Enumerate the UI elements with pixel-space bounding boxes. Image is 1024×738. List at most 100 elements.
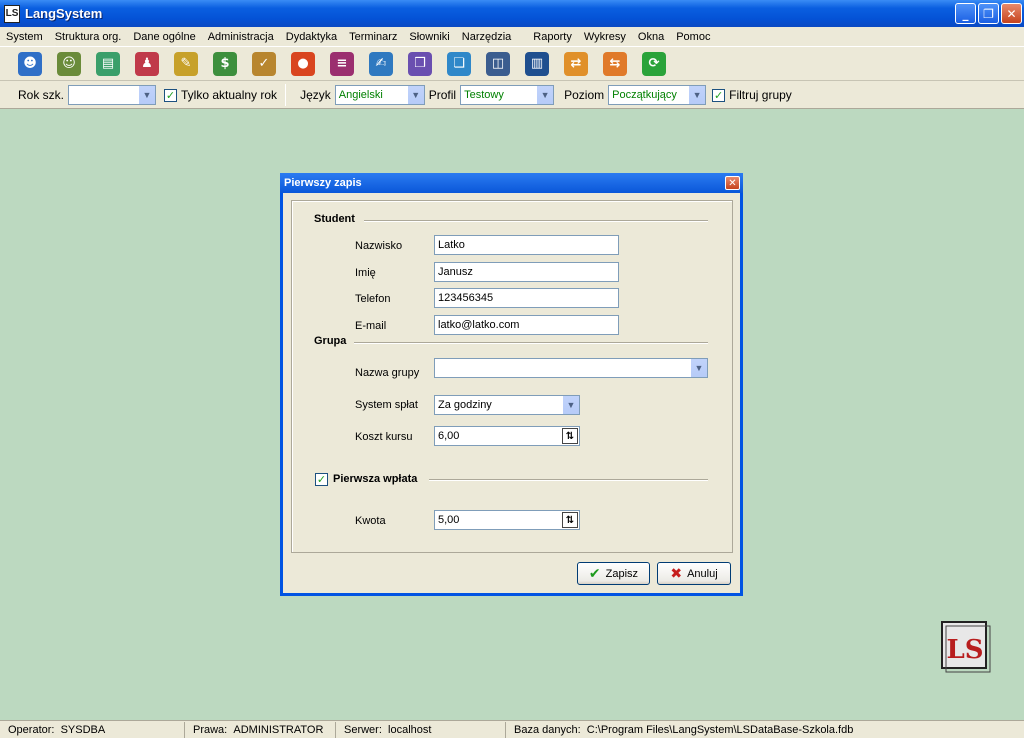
- money-icon: $: [213, 51, 237, 76]
- filtruj-grupy-label: Filtruj grupy: [729, 88, 792, 102]
- save-button[interactable]: ✔ Zapisz: [577, 562, 650, 585]
- refresh-icon: ⟳: [642, 51, 666, 76]
- nazwa-grupy-select[interactable]: ▼: [434, 358, 708, 378]
- menu-pomoc[interactable]: Pomoc: [670, 31, 716, 43]
- section-divider: [354, 342, 708, 344]
- poziom-label: Poziom: [564, 88, 605, 102]
- logo-text: LS: [946, 635, 983, 665]
- tylko-aktualny-checkbox[interactable]: ✓: [164, 88, 178, 102]
- kwota-label: Kwota: [355, 515, 386, 527]
- toolbar-button-note[interactable]: ✎: [170, 49, 202, 79]
- grupa-section-title: Grupa: [314, 335, 347, 347]
- restore-button[interactable]: ❐: [978, 3, 999, 24]
- save-button-label: Zapisz: [605, 567, 639, 580]
- chevron-down-icon: ▼: [688, 86, 706, 104]
- toolbar-button-clipboard[interactable]: ✓: [248, 49, 280, 79]
- rok-select[interactable]: ▼: [68, 85, 157, 105]
- menu-raporty[interactable]: Raporty: [527, 31, 578, 43]
- dialog-title: Pierwszy zapis: [284, 177, 362, 189]
- toolbar-button-teacher[interactable]: ♟: [131, 49, 163, 79]
- toolbar-button-export[interactable]: ⇆: [599, 49, 631, 79]
- toolbar-button-columns[interactable]: ▥: [521, 49, 553, 79]
- people-icon: ☻: [18, 51, 42, 76]
- section-divider: [364, 220, 708, 222]
- menu-bar: System Struktura org. Dane ogólne Admini…: [0, 27, 1024, 46]
- toolbar-button-windows[interactable]: ◫: [482, 49, 514, 79]
- filtruj-grupy-checkbox[interactable]: ✓: [712, 88, 726, 102]
- menu-system[interactable]: System: [0, 31, 49, 43]
- minimize-button[interactable]: _: [955, 3, 976, 24]
- jezyk-select[interactable]: Angielski ▼: [334, 85, 425, 105]
- tylko-aktualny-label: Tylko aktualny rok: [181, 88, 278, 102]
- menu-terminarz[interactable]: Terminarz: [343, 31, 403, 43]
- status-baza: Baza danych: C:\Program Files\LangSystem…: [514, 723, 854, 736]
- app-logo: LS: [938, 620, 994, 678]
- toolbar-button-money[interactable]: $: [209, 49, 241, 79]
- menu-wykresy[interactable]: Wykresy: [578, 31, 632, 43]
- menu-administracja[interactable]: Administracja: [202, 31, 280, 43]
- toolbar-button-books[interactable]: ▤: [92, 49, 124, 79]
- nazwisko-input[interactable]: Latko: [434, 235, 619, 255]
- chevron-down-icon: ▼: [562, 396, 579, 414]
- koszt-kursu-value: 6,00: [438, 430, 460, 442]
- system-splat-select[interactable]: Za godziny ▼: [434, 395, 580, 415]
- toolbar-button-stack[interactable]: ≡: [326, 49, 358, 79]
- kwota-input[interactable]: 5,00 ⇅: [434, 510, 580, 530]
- chevron-down-icon: ▼: [690, 359, 707, 377]
- dialog-title-bar: Pierwszy zapis ✕: [280, 173, 743, 193]
- menu-dydaktyka[interactable]: Dydaktyka: [280, 31, 343, 43]
- chevron-down-icon: ▼: [138, 86, 156, 104]
- menu-slowniki[interactable]: Słowniki: [403, 31, 455, 43]
- teacher-icon: ♟: [135, 51, 159, 76]
- imie-input[interactable]: Janusz: [434, 262, 619, 282]
- dialog-panel: Student Nazwisko Latko Imię Janusz Telef…: [291, 200, 733, 553]
- imie-label: Imię: [355, 267, 376, 279]
- cancel-button-label: Anuluj: [687, 567, 718, 580]
- toolbar-button-refresh[interactable]: ⟳: [638, 49, 670, 79]
- toolbar-button-document[interactable]: ❏: [443, 49, 475, 79]
- koszt-kursu-input[interactable]: 6,00 ⇅: [434, 426, 580, 446]
- close-button[interactable]: ✕: [1001, 3, 1022, 24]
- menu-dane-ogolne[interactable]: Dane ogólne: [127, 31, 201, 43]
- student-section-title: Student: [314, 213, 355, 225]
- separator: [285, 84, 287, 106]
- system-splat-label: System spłat: [355, 399, 418, 411]
- checkmark-icon: ✔: [588, 565, 601, 582]
- poziom-select[interactable]: Początkujący ▼: [608, 85, 707, 105]
- status-bar: Operator: SYSDBA Prawa: ADMINISTRATOR Se…: [0, 720, 1024, 738]
- toolbar-button-disc[interactable]: ●: [287, 49, 319, 79]
- books-icon: ▤: [96, 51, 120, 76]
- disc-icon: ●: [291, 51, 315, 76]
- app-logo-icon: LS: [4, 4, 20, 23]
- email-label: E-mail: [355, 320, 387, 332]
- nazwisko-label: Nazwisko: [355, 240, 403, 252]
- telefon-input[interactable]: 123456345: [434, 288, 619, 308]
- section-divider: [429, 479, 708, 481]
- document-icon: ❏: [447, 51, 471, 76]
- toolbar-button-people[interactable]: ☻: [14, 49, 46, 79]
- window-title: LangSystem: [25, 6, 103, 21]
- stack-icon: ≡: [330, 51, 354, 76]
- menu-okna[interactable]: Okna: [632, 31, 670, 43]
- menu-struktura[interactable]: Struktura org.: [49, 31, 128, 43]
- email-input[interactable]: latko@latko.com: [434, 315, 619, 335]
- pierwsza-wplata-title: Pierwsza wpłata: [333, 473, 418, 485]
- cancel-button[interactable]: ✖ Anuluj: [657, 562, 731, 585]
- toolbar-button-user[interactable]: ☺: [53, 49, 85, 79]
- pierwsza-wplata-checkbox[interactable]: ✓: [315, 473, 328, 486]
- pierwszy-zapis-dialog: Pierwszy zapis ✕ Student Nazwisko Latko …: [280, 173, 743, 596]
- book-edit-icon: ✍: [369, 51, 393, 76]
- user-icon: ☺: [57, 51, 81, 76]
- profil-select[interactable]: Testowy ▼: [460, 85, 555, 105]
- status-serwer: Serwer: localhost: [336, 721, 506, 738]
- spinner-icon[interactable]: ⇅: [562, 512, 578, 528]
- jezyk-label: Język: [300, 88, 331, 102]
- menu-narzedzia[interactable]: Narzędzia: [456, 31, 518, 43]
- telefon-label: Telefon: [355, 293, 391, 305]
- spinner-icon[interactable]: ⇅: [562, 428, 578, 444]
- toolbar-button-book[interactable]: ❒: [404, 49, 436, 79]
- nazwa-grupy-label: Nazwa grupy: [355, 367, 420, 379]
- dialog-close-button[interactable]: ✕: [725, 176, 740, 190]
- toolbar-button-import[interactable]: ⇄: [560, 49, 592, 79]
- toolbar-button-book-edit[interactable]: ✍: [365, 49, 397, 79]
